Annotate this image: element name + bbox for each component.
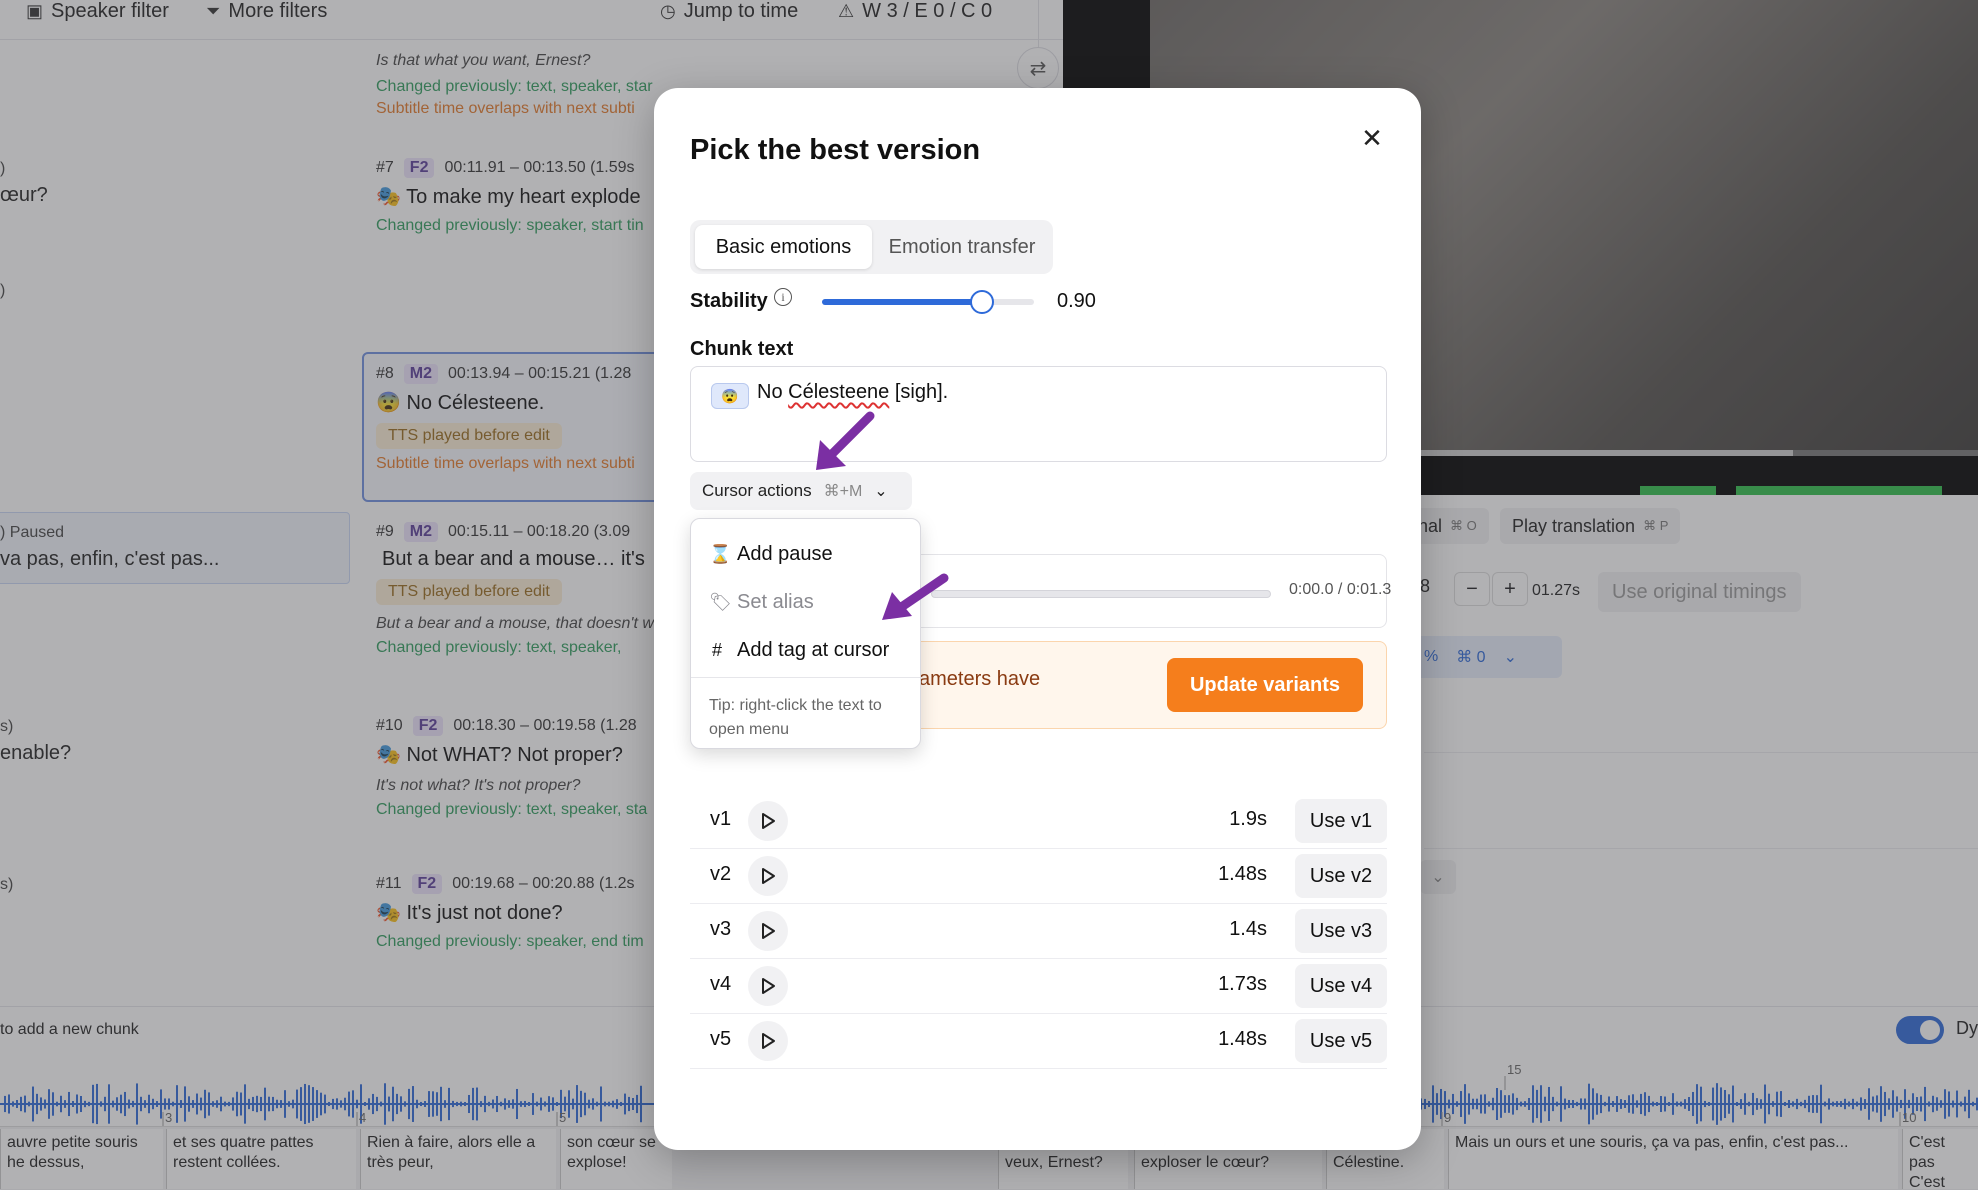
play-icon bbox=[762, 978, 775, 994]
chunk-text-part: No bbox=[757, 381, 789, 403]
version-label: v1 bbox=[710, 808, 732, 830]
cursor-actions-label: Cursor actions bbox=[702, 481, 812, 500]
version-row: v3 1.4s Use v3 bbox=[690, 904, 1387, 959]
cursor-actions-menu: ⌛ Add pause 🏷 Set alias # Add tag at cursor… bbox=[690, 518, 921, 749]
tag-icon: 🏷 bbox=[709, 591, 732, 612]
menu-item-label: Add pause bbox=[737, 542, 833, 565]
play-button[interactable] bbox=[748, 801, 788, 841]
chunk-text-part: [sigh]. bbox=[889, 381, 949, 403]
use-version-button[interactable]: Use v1 bbox=[1295, 799, 1387, 843]
play-icon bbox=[762, 813, 775, 829]
play-button[interactable] bbox=[748, 966, 788, 1006]
play-icon bbox=[762, 868, 775, 884]
chunk-text-editor[interactable]: 😨 No Célesteene [sigh]. bbox=[690, 366, 1387, 462]
stability-slider-thumb[interactable] bbox=[970, 290, 994, 314]
emotion-mode-tabs: Basic emotions Emotion transfer bbox=[690, 220, 1053, 274]
version-duration: 1.48s bbox=[1218, 863, 1267, 885]
use-version-button[interactable]: Use v2 bbox=[1295, 854, 1387, 898]
version-row: v1 1.9s Use v1 bbox=[690, 794, 1387, 849]
play-button[interactable] bbox=[748, 1021, 788, 1061]
audio-time: 0:00.0 / 0:01.3 bbox=[1289, 581, 1392, 598]
close-button[interactable]: ✕ bbox=[1354, 120, 1390, 156]
tab-basic-emotions[interactable]: Basic emotions bbox=[695, 225, 872, 269]
info-icon[interactable]: i bbox=[774, 288, 792, 306]
play-icon bbox=[762, 923, 775, 939]
version-duration: 1.4s bbox=[1229, 918, 1267, 940]
menu-item-label: Set alias bbox=[737, 590, 814, 613]
update-variants-button[interactable]: Update variants bbox=[1167, 658, 1363, 712]
tab-emotion-transfer[interactable]: Emotion transfer bbox=[876, 225, 1048, 269]
version-duration: 1.48s bbox=[1218, 1028, 1267, 1050]
stability-label: Stability bbox=[690, 290, 768, 312]
menu-item-set-alias[interactable]: 🏷 Set alias bbox=[691, 579, 920, 625]
menu-tip: Tip: right-click the text to open menu bbox=[691, 677, 920, 742]
menu-item-label: Add tag at cursor bbox=[737, 638, 890, 661]
menu-item-add-pause[interactable]: ⌛ Add pause bbox=[691, 531, 920, 577]
use-version-button[interactable]: Use v3 bbox=[1295, 909, 1387, 953]
version-label: v4 bbox=[710, 973, 732, 995]
fear-emotion-icon[interactable]: 😨 bbox=[711, 383, 749, 409]
cursor-actions-button[interactable]: Cursor actions ⌘+M ⌄ bbox=[690, 472, 912, 510]
misspelled-word[interactable]: Célesteene bbox=[788, 381, 889, 403]
dialog-title: Pick the best version bbox=[690, 134, 981, 166]
stability-slider-fill bbox=[822, 299, 982, 305]
shortcut-hint: ⌘+M bbox=[823, 483, 863, 500]
use-version-button[interactable]: Use v5 bbox=[1295, 1019, 1387, 1063]
hourglass-icon: ⌛ bbox=[709, 543, 732, 564]
chunk-text-content[interactable]: No Célesteene [sigh]. bbox=[757, 381, 948, 404]
version-row: v4 1.73s Use v4 bbox=[690, 959, 1387, 1014]
version-label: v3 bbox=[710, 918, 732, 940]
version-duration: 1.73s bbox=[1218, 973, 1267, 995]
stability-slider[interactable] bbox=[822, 290, 1034, 314]
version-label: v2 bbox=[710, 863, 732, 885]
chevron-down-icon: ⌄ bbox=[874, 483, 888, 500]
version-label: v5 bbox=[710, 1028, 732, 1050]
menu-item-add-tag[interactable]: # Add tag at cursor bbox=[691, 627, 920, 673]
play-button[interactable] bbox=[748, 856, 788, 896]
play-button[interactable] bbox=[748, 911, 788, 951]
version-row: v5 1.48s Use v5 bbox=[690, 1014, 1387, 1069]
chunk-text-label: Chunk text bbox=[690, 338, 794, 360]
close-icon: ✕ bbox=[1361, 122, 1383, 153]
emotion-emoji: 😨 bbox=[721, 387, 739, 404]
play-icon bbox=[762, 1033, 775, 1049]
stability-value: 0.90 bbox=[1057, 290, 1096, 312]
audio-scrubber[interactable] bbox=[931, 590, 1271, 598]
version-row: v2 1.48s Use v2 bbox=[690, 849, 1387, 904]
use-version-button[interactable]: Use v4 bbox=[1295, 964, 1387, 1008]
warning-text: ameters have bbox=[919, 668, 1041, 690]
hash-icon: # bbox=[711, 639, 722, 660]
version-duration: 1.9s bbox=[1229, 808, 1267, 830]
